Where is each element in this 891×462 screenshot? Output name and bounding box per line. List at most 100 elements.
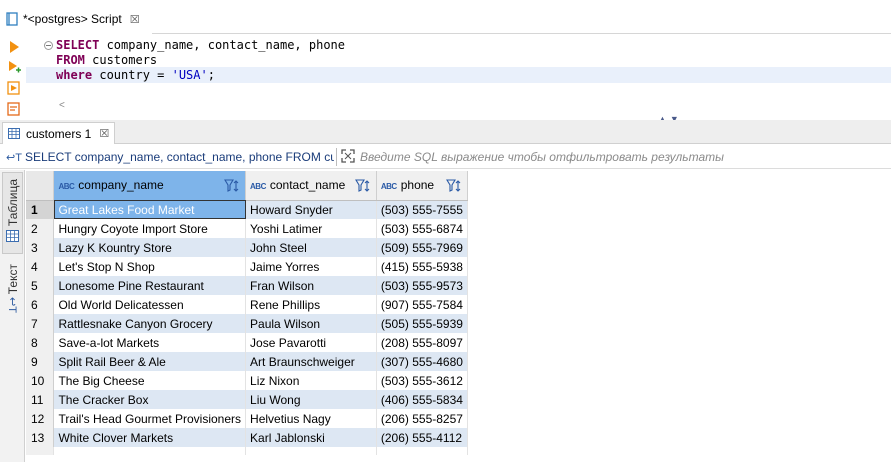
- grid-filler-cell: [245, 447, 377, 455]
- grid-empty-cell: [467, 276, 891, 295]
- fold-marker-icon[interactable]: [44, 41, 53, 50]
- contact-name-cell[interactable]: Art Braunschweiger: [245, 352, 377, 371]
- table-row[interactable]: 9 Split Rail Beer & Ale Art Braunschweiger…: [26, 352, 891, 371]
- contact-name-cell[interactable]: Fran Wilson: [245, 276, 377, 295]
- grid-empty-cell: [467, 238, 891, 257]
- phone-cell[interactable]: (503) 555-9573: [376, 276, 468, 295]
- phone-cell[interactable]: (206) 555-4112: [376, 428, 468, 447]
- column-header-company-name[interactable]: ABC company_name: [53, 171, 247, 201]
- company-name-cell[interactable]: Split Rail Beer & Ale: [53, 352, 247, 371]
- row-number-cell[interactable]: 3: [26, 238, 55, 257]
- row-number-cell[interactable]: 4: [26, 257, 55, 276]
- table-row[interactable]: 11 The Cracker Box Liu Wong (406) 555-5834: [26, 390, 891, 409]
- phone-cell[interactable]: (503) 555-6874: [376, 219, 468, 238]
- contact-name-cell[interactable]: Liz Nixon: [245, 371, 377, 390]
- company-name-cell[interactable]: Great Lakes Food Market: [53, 200, 247, 219]
- contact-name-cell[interactable]: Paula Wilson: [245, 314, 377, 333]
- contact-name-cell[interactable]: Rene Phillips: [245, 295, 377, 314]
- phone-cell[interactable]: (307) 555-4680: [376, 352, 468, 371]
- contact-name-cell[interactable]: Yoshi Latimer: [245, 219, 377, 238]
- row-number-cell[interactable]: 13: [26, 428, 55, 447]
- row-number-cell[interactable]: 10: [26, 371, 55, 390]
- table-row[interactable]: 8 Save-a-lot Markets Jose Pavarotti (208) 5…: [26, 333, 891, 352]
- table-row[interactable]: 5 Lonesome Pine Restaurant Fran Wilson (503…: [26, 276, 891, 295]
- sort-filter-icon[interactable]: [354, 179, 371, 193]
- company-name-cell[interactable]: Rattlesnake Canyon Grocery: [53, 314, 247, 333]
- row-number-cell[interactable]: 1: [26, 200, 55, 219]
- phone-cell[interactable]: (505) 555-5939: [376, 314, 468, 333]
- column-header-phone[interactable]: ABC phone: [376, 171, 468, 201]
- company-name-cell[interactable]: Trail's Head Gourmet Provisioners: [53, 409, 247, 428]
- explain-plan-icon[interactable]: [7, 102, 21, 116]
- code-line-1[interactable]: SELECT company_name, contact_name, phone: [56, 38, 345, 53]
- phone-cell[interactable]: (206) 555-8257: [376, 409, 468, 428]
- phone-cell[interactable]: (415) 555-5938: [376, 257, 468, 276]
- phone-cell[interactable]: (406) 555-5834: [376, 390, 468, 409]
- contact-name-cell[interactable]: Helvetius Nagy: [245, 409, 377, 428]
- close-result-tab-icon[interactable]: ☒: [99, 127, 109, 140]
- grid-filler-cell: [467, 447, 891, 455]
- table-row[interactable]: 1 Great Lakes Food Market Howard Snyder (50…: [26, 200, 891, 219]
- row-number-cell[interactable]: 9: [26, 352, 55, 371]
- execute-script-icon[interactable]: [7, 81, 21, 95]
- row-number-cell[interactable]: 7: [26, 314, 55, 333]
- row-number-cell[interactable]: 5: [26, 276, 55, 295]
- phone-cell[interactable]: (503) 555-7555: [376, 200, 468, 219]
- table-row[interactable]: 6 Old World Delicatessen Rene Phillips (907…: [26, 295, 891, 314]
- company-name-cell[interactable]: Old World Delicatessen: [53, 295, 247, 314]
- table-row[interactable]: 2 Hungry Coyote Import Store Yoshi Latimer…: [26, 219, 891, 238]
- company-name-cell[interactable]: The Big Cheese: [53, 371, 247, 390]
- column-header-contact-name[interactable]: ABC contact_name: [245, 171, 377, 201]
- phone-cell[interactable]: (907) 555-7584: [376, 295, 468, 314]
- result-tab-customers[interactable]: customers 1 ☒: [2, 122, 115, 144]
- filter-input[interactable]: [360, 148, 880, 166]
- table-row[interactable]: 10 The Big Cheese Liz Nixon (503) 555-3612: [26, 371, 891, 390]
- row-number-cell[interactable]: 11: [26, 390, 55, 409]
- row-number-cell[interactable]: 6: [26, 295, 55, 314]
- code-line-2[interactable]: FROM customers: [56, 53, 157, 68]
- company-name-cell[interactable]: The Cracker Box: [53, 390, 247, 409]
- sql-editor[interactable]: SELECT company_name, contact_name, phone…: [0, 34, 891, 124]
- contact-name-cell[interactable]: John Steel: [245, 238, 377, 257]
- company-name-cell[interactable]: White Clover Markets: [53, 428, 247, 447]
- query-icon: ↩T: [6, 151, 22, 164]
- table-row[interactable]: 4 Let's Stop N Shop Jaime Yorres (415) 555-…: [26, 257, 891, 276]
- contact-name-cell[interactable]: Liu Wong: [245, 390, 377, 409]
- phone-cell[interactable]: (509) 555-7969: [376, 238, 468, 257]
- table-row[interactable]: 13 White Clover Markets Karl Jablonski (206…: [26, 428, 891, 447]
- sort-filter-icon[interactable]: [224, 179, 240, 193]
- query-text-label: ↩T SELECT company_name, contact_name, ph…: [6, 149, 334, 165]
- table-row[interactable]: 12 Trail's Head Gourmet Provisioners Helve…: [26, 409, 891, 428]
- execute-statement-icon[interactable]: [7, 40, 21, 54]
- row-number-header[interactable]: [26, 171, 55, 201]
- side-tab-table[interactable]: Таблица: [2, 172, 23, 254]
- phone-cell[interactable]: (208) 555-8097: [376, 333, 468, 352]
- row-number-cell[interactable]: 12: [26, 409, 55, 428]
- contact-name-cell[interactable]: Jaime Yorres: [245, 257, 377, 276]
- code-line-3[interactable]: where country = 'USA';: [56, 68, 215, 83]
- company-name-cell[interactable]: Lonesome Pine Restaurant: [53, 276, 247, 295]
- grid-empty-cell: [467, 428, 891, 447]
- side-tab-text[interactable]: Текст ↩T: [2, 264, 23, 324]
- company-name-cell[interactable]: Lazy K Kountry Store: [53, 238, 247, 257]
- company-name-cell[interactable]: Save-a-lot Markets: [53, 333, 247, 352]
- grid-empty-cell: [467, 371, 891, 390]
- scroll-left-icon[interactable]: <: [59, 100, 65, 111]
- script-tab[interactable]: *<postgres> Script ☒: [0, 4, 152, 34]
- contact-name-cell[interactable]: Karl Jablonski: [245, 428, 377, 447]
- company-name-cell[interactable]: Let's Stop N Shop: [53, 257, 247, 276]
- phone-cell[interactable]: (503) 555-3612: [376, 371, 468, 390]
- close-script-tab-icon[interactable]: ☒: [130, 13, 140, 26]
- row-number-cell[interactable]: 8: [26, 333, 55, 352]
- table-row[interactable]: 7 Rattlesnake Canyon Grocery Paula Wilson(…: [26, 314, 891, 333]
- results-grid[interactable]: ABC company_name ABC contact_name ABC phone: [26, 171, 891, 462]
- expand-filter-icon[interactable]: [341, 149, 355, 163]
- sort-filter-icon[interactable]: [445, 179, 462, 193]
- contact-name-cell[interactable]: Howard Snyder: [245, 200, 377, 219]
- contact-name-cell[interactable]: Jose Pavarotti: [245, 333, 377, 352]
- company-name-cell[interactable]: Hungry Coyote Import Store: [53, 219, 247, 238]
- row-number-cell[interactable]: 2: [26, 219, 55, 238]
- table-row[interactable]: 3 Lazy K Kountry Store John Steel (509) 555…: [26, 238, 891, 257]
- execute-in-new-tab-icon[interactable]: [7, 60, 21, 74]
- string-type-icon: ABC: [58, 182, 75, 192]
